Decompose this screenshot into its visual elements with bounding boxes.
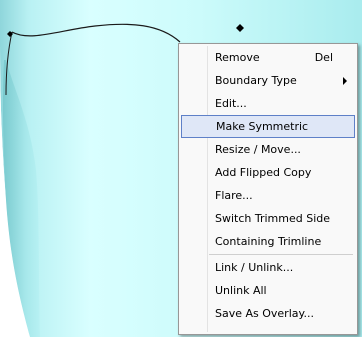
menu-item-label: Save As Overlay... [215,307,314,320]
menu-item-label: Unlink All [215,284,267,297]
menu-item-link-unlink[interactable]: Link / Unlink... [181,256,355,279]
menu-item-flare[interactable]: Flare... [181,184,355,207]
context-menu: Remove Del Boundary Type Edit... Make Sy… [178,43,358,335]
menu-separator [209,254,353,255]
menu-item-boundary-type[interactable]: Boundary Type [181,69,355,92]
menu-item-label: Resize / Move... [215,143,301,156]
menu-item-label: Switch Trimmed Side [215,212,331,225]
menu-item-edit[interactable]: Edit... [181,92,355,115]
menu-item-make-symmetric[interactable]: Make Symmetric [181,115,355,138]
menu-item-shortcut: Del [314,51,333,64]
menu-item-switch-trimmed-side[interactable]: Switch Trimmed Side [181,207,355,230]
menu-item-label: Link / Unlink... [215,261,294,274]
menu-item-label: Containing Trimline [215,235,322,248]
menu-item-label: Remove [215,51,260,64]
menu-item-containing-trimline[interactable]: Containing Trimline [181,230,355,253]
menu-item-unlink-all[interactable]: Unlink All [181,279,355,302]
menu-item-label: Edit... [215,97,247,110]
menu-item-resize-move[interactable]: Resize / Move... [181,138,355,161]
menu-item-save-as-overlay[interactable]: Save As Overlay... [181,302,355,325]
menu-item-label: Flare... [215,189,253,202]
menu-item-label: Boundary Type [215,74,297,87]
menu-item-add-flipped-copy[interactable]: Add Flipped Copy [181,161,355,184]
submenu-arrow-icon [343,77,347,85]
menu-item-label: Add Flipped Copy [215,166,312,179]
3d-viewport[interactable]: Remove Del Boundary Type Edit... Make Sy… [0,0,362,337]
menu-item-remove[interactable]: Remove Del [181,46,355,69]
menu-item-label: Make Symmetric [216,120,309,133]
